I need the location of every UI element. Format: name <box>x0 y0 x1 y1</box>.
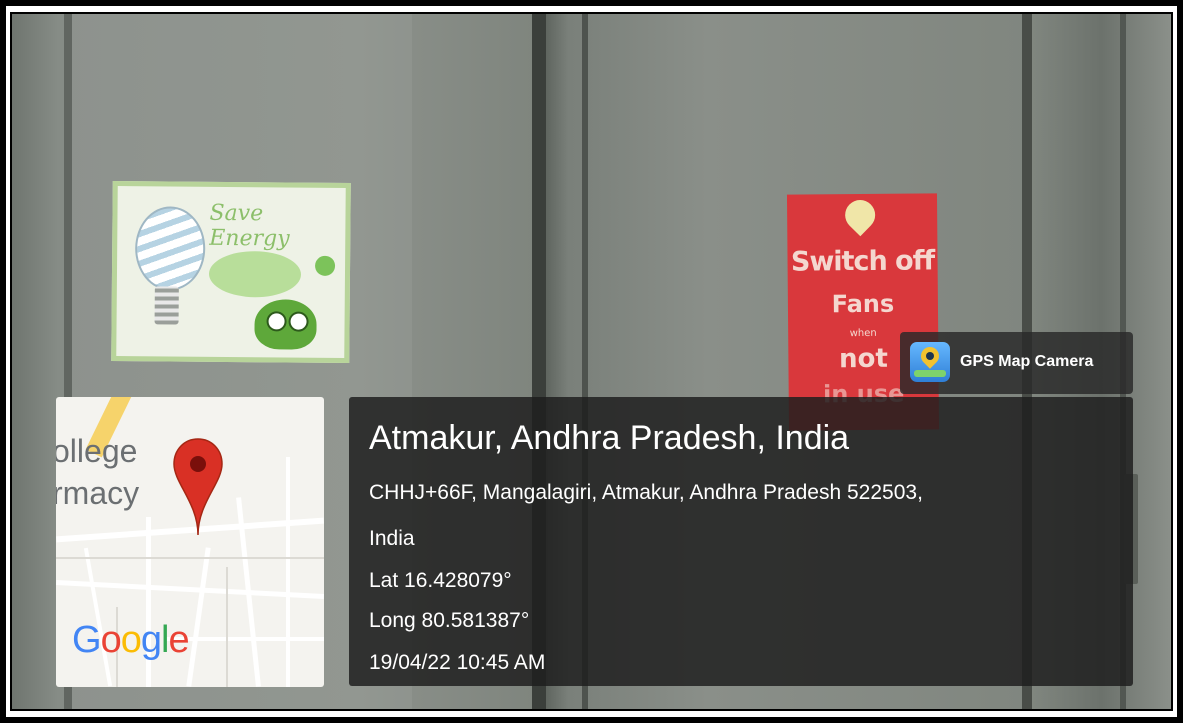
location-info-panel: Atmakur, Andhra Pradesh, India CHHJ+66F,… <box>349 397 1133 686</box>
switch-off-fans-poster: Switch off Fans when not in use <box>786 193 940 431</box>
map-pin-icon <box>173 438 223 536</box>
map-label: rmacy <box>56 475 140 511</box>
latitude-text: Lat 16.428079° <box>369 569 512 592</box>
location-title: Atmakur, Andhra Pradesh, India <box>369 419 850 457</box>
badge-label: GPS Map Camera <box>960 353 1094 370</box>
address-line: India <box>369 527 415 550</box>
timestamp-text: 19/04/22 10:45 AM <box>369 651 546 674</box>
poster-title: Save Energy <box>209 200 290 252</box>
photo: Save Energy Switch off Fans when not in … <box>10 12 1173 711</box>
leaf-icon <box>838 193 882 237</box>
owl-eye <box>288 311 309 332</box>
bulb-base <box>154 286 179 325</box>
map-label: ollege <box>56 433 138 469</box>
bulb-icon <box>134 206 206 291</box>
longitude-text: Long 80.581387° <box>369 609 530 632</box>
address-line: CHHJ+66F, Mangalagiri, Atmakur, Andhra P… <box>369 481 923 504</box>
owl-mascot <box>254 299 317 350</box>
gps-map-camera-icon <box>910 342 950 382</box>
save-energy-poster: Save Energy <box>111 180 351 364</box>
speech-bubble <box>208 250 302 298</box>
google-logo: Google <box>72 619 190 661</box>
recycle-icon <box>314 255 336 276</box>
gps-map-camera-badge: GPS Map Camera <box>900 332 1133 394</box>
poster-line: Fans <box>831 289 895 319</box>
owl-eye <box>266 311 287 332</box>
map-thumbnail: ollege rmacy Google <box>56 397 324 687</box>
poster-line: Switch off <box>790 245 935 278</box>
